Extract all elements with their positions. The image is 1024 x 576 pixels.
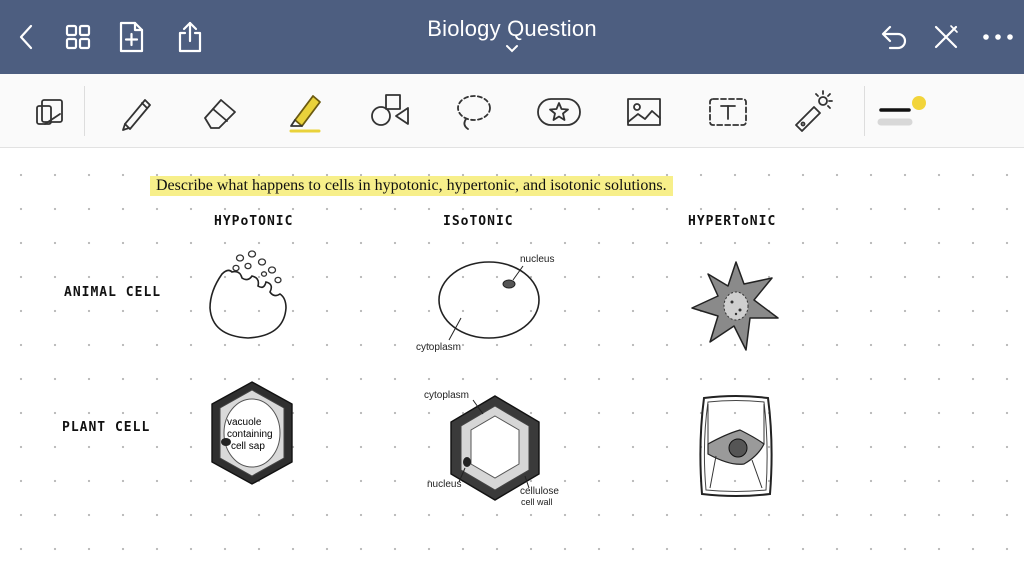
more-icon[interactable] [980,18,1016,56]
laser-pointer-icon[interactable] [788,88,836,136]
label-cellulose-line1: cellulose [520,486,559,497]
column-heading-isotonic: ISoTONIC [443,214,514,229]
top-bar: Biology Question [0,0,1024,74]
tool-bar [0,74,1024,148]
column-heading-hypertonic: HYPERToNIC [688,214,777,229]
highlighter-icon[interactable] [282,88,330,136]
label-vacuole-line3: cell sap [231,441,265,452]
title-chevron-down-icon[interactable] [504,44,520,54]
sticker-icon[interactable] [535,88,583,136]
stroke-width-icon[interactable] [874,88,934,136]
animal-cell-hypotonic-figure [209,250,287,339]
image-icon[interactable] [620,88,668,136]
question-text: Describe what happens to cells in hypoto… [150,176,673,196]
eraser-icon[interactable] [196,88,244,136]
plant-cell-hypertonic-figure [699,395,773,497]
pen-icon[interactable] [112,88,160,136]
shapes-icon[interactable] [366,88,414,136]
text-box-icon[interactable] [704,88,752,136]
label-vacuole-line2: containing [227,429,273,440]
page-layout-icon[interactable] [26,88,74,136]
animal-cell-isotonic-figure [438,261,540,341]
column-heading-hypotonic: HYPoTONIC [214,214,294,229]
toolbar-divider [84,86,85,136]
animal-cell-hypertonic-figure [691,261,779,351]
undo-icon[interactable] [876,18,912,56]
row-label-plant-cell: PLANT CELL [62,420,151,435]
label-cytoplasm-plant: cytoplasm [424,390,470,401]
row-label-animal-cell: ANIMAL CELL [64,285,162,300]
document-title[interactable]: Biology Question [0,16,1024,42]
clear-icon[interactable] [928,18,964,56]
lasso-icon[interactable] [450,88,498,136]
note-canvas[interactable] [0,148,1024,576]
label-vacuole-line1: vacuole [227,417,262,428]
label-nucleus-animal: nucleus [520,254,555,265]
label-cellulose-line2: cell wall [521,497,553,507]
toolbar-divider [864,86,865,136]
label-nucleus-plant: nucleus [427,479,462,490]
label-cytoplasm-animal: cytoplasm [416,342,462,353]
